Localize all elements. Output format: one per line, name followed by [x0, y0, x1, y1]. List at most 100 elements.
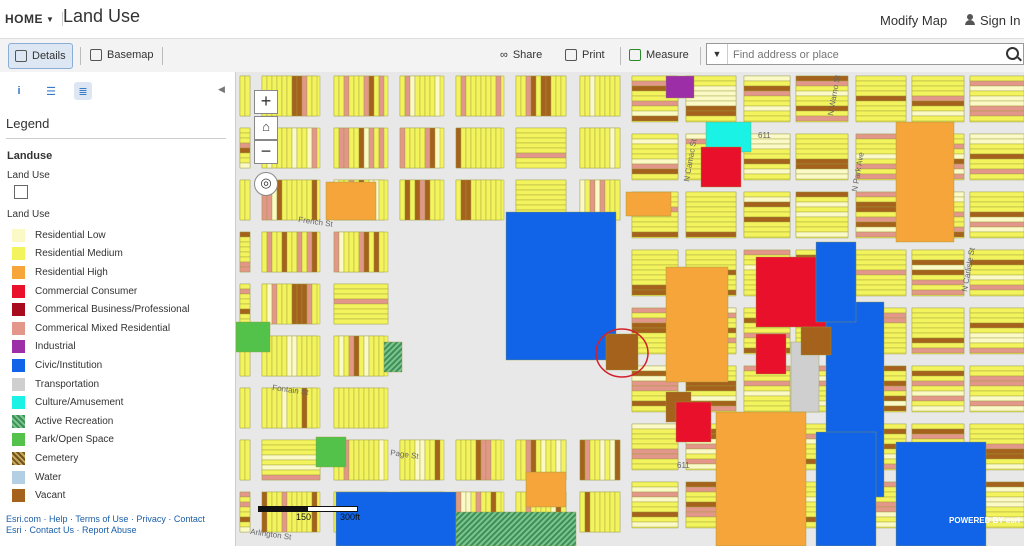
- parcel: [589, 491, 596, 533]
- zoom-in-button[interactable]: +: [254, 90, 278, 114]
- divider: [620, 47, 621, 65]
- parcel: [855, 259, 907, 266]
- parcel: [239, 303, 251, 310]
- land-use-map[interactable]: French StFontain StPage StArlington StN …: [236, 72, 1024, 546]
- map-view[interactable]: French St Fontain St Page St Arlington St N …: [236, 72, 1024, 546]
- parcel: [743, 249, 791, 256]
- search-icon[interactable]: [1006, 47, 1019, 60]
- parcel: [333, 127, 340, 169]
- parcel: [261, 474, 321, 481]
- parcel: [855, 249, 907, 256]
- parcel: [358, 231, 365, 273]
- parcel: [550, 75, 557, 117]
- parcel: [239, 521, 251, 528]
- sign-in-link[interactable]: Sign In: [965, 13, 1020, 28]
- commercial-parcel: [755, 333, 787, 375]
- zoom-out-button[interactable]: −: [254, 140, 278, 164]
- parcel: [685, 254, 737, 261]
- parcel: [465, 439, 472, 481]
- legend-swatch: [12, 247, 25, 261]
- parcel: [343, 387, 350, 429]
- modify-map-link[interactable]: Modify Map: [880, 13, 947, 28]
- parcel: [358, 335, 365, 377]
- parcel: [296, 75, 303, 117]
- measure-button[interactable]: Measure: [629, 43, 689, 67]
- top-bar: HOME ▼ Land Use Modify Map Sign In: [0, 0, 1024, 38]
- parcel: [685, 221, 737, 228]
- parcel: [685, 206, 737, 213]
- parcel: [795, 110, 849, 117]
- parcel: [301, 231, 308, 273]
- parcel: [743, 390, 791, 397]
- parcel: [631, 506, 679, 513]
- parcel: [911, 332, 965, 339]
- parcel: [460, 127, 467, 169]
- parcel: [911, 284, 965, 291]
- parcel: [276, 283, 283, 325]
- parcel: [631, 110, 679, 117]
- parcel: [373, 75, 380, 117]
- page-title: Land Use: [63, 6, 141, 26]
- parcel: [584, 439, 591, 481]
- commercial-parcel: [675, 401, 712, 443]
- parcel: [855, 254, 907, 261]
- parcel: [685, 201, 737, 208]
- home-menu[interactable]: HOME ▼: [5, 12, 64, 26]
- parcel: [969, 85, 1024, 92]
- parcel: [239, 246, 251, 253]
- parcel: [419, 179, 426, 221]
- content-icon[interactable]: ☰: [42, 82, 60, 100]
- parcel: [296, 231, 303, 273]
- collapse-panel-icon[interactable]: ◀: [218, 84, 225, 95]
- parcel: [363, 439, 370, 481]
- parcel: [399, 75, 406, 117]
- parcel: [306, 179, 313, 221]
- parcel: [515, 157, 567, 164]
- parcel: [969, 221, 1024, 228]
- share-button[interactable]: ∞ Share: [500, 43, 542, 67]
- details-button[interactable]: Details: [8, 43, 73, 69]
- search-dropdown[interactable]: ▼: [707, 44, 728, 64]
- parcel: [515, 189, 567, 196]
- parcel: [480, 179, 487, 221]
- legend-item: Commerical Business/Professional: [12, 300, 190, 319]
- info-icon[interactable]: i: [10, 82, 28, 100]
- parcel: [795, 85, 849, 92]
- parcel: [239, 142, 251, 149]
- footer-links[interactable]: Esri.com · Help · Terms of Use · Privacy…: [6, 514, 205, 536]
- parcel: [631, 423, 679, 430]
- parcel: [485, 75, 492, 117]
- parcel: [429, 439, 436, 481]
- parcel: [599, 75, 606, 117]
- parcel: [579, 127, 586, 169]
- parcel: [353, 387, 360, 429]
- parcel: [353, 75, 360, 117]
- print-button[interactable]: Print: [565, 43, 605, 67]
- home-view-button[interactable]: ⌂: [254, 116, 278, 140]
- parcel: [306, 231, 313, 273]
- parcel: [969, 428, 1024, 435]
- parcel: [911, 80, 965, 87]
- legend-item: Park/Open Space: [12, 431, 190, 450]
- parcel: [348, 335, 355, 377]
- parcel: [520, 439, 527, 481]
- basemap-button[interactable]: Basemap: [90, 43, 153, 67]
- locate-button[interactable]: ◎: [254, 172, 278, 196]
- parcel: [743, 90, 791, 97]
- parcel: [599, 439, 606, 481]
- parcel: [434, 439, 441, 481]
- parcel: [685, 110, 737, 117]
- legend-item-label: Cemetery: [35, 452, 79, 464]
- parcel: [271, 283, 278, 325]
- parcel: [911, 269, 965, 276]
- search-input[interactable]: [731, 46, 1005, 64]
- parcel: [281, 179, 288, 221]
- parcel: [969, 390, 1024, 397]
- legend-icon[interactable]: ≣: [74, 82, 92, 100]
- parcel: [358, 127, 365, 169]
- parcel: [969, 400, 1024, 407]
- parcel: [911, 365, 965, 372]
- legend-item-label: Commerical Business/Professional: [35, 304, 190, 316]
- parcel: [261, 444, 321, 451]
- parcel: [594, 439, 601, 481]
